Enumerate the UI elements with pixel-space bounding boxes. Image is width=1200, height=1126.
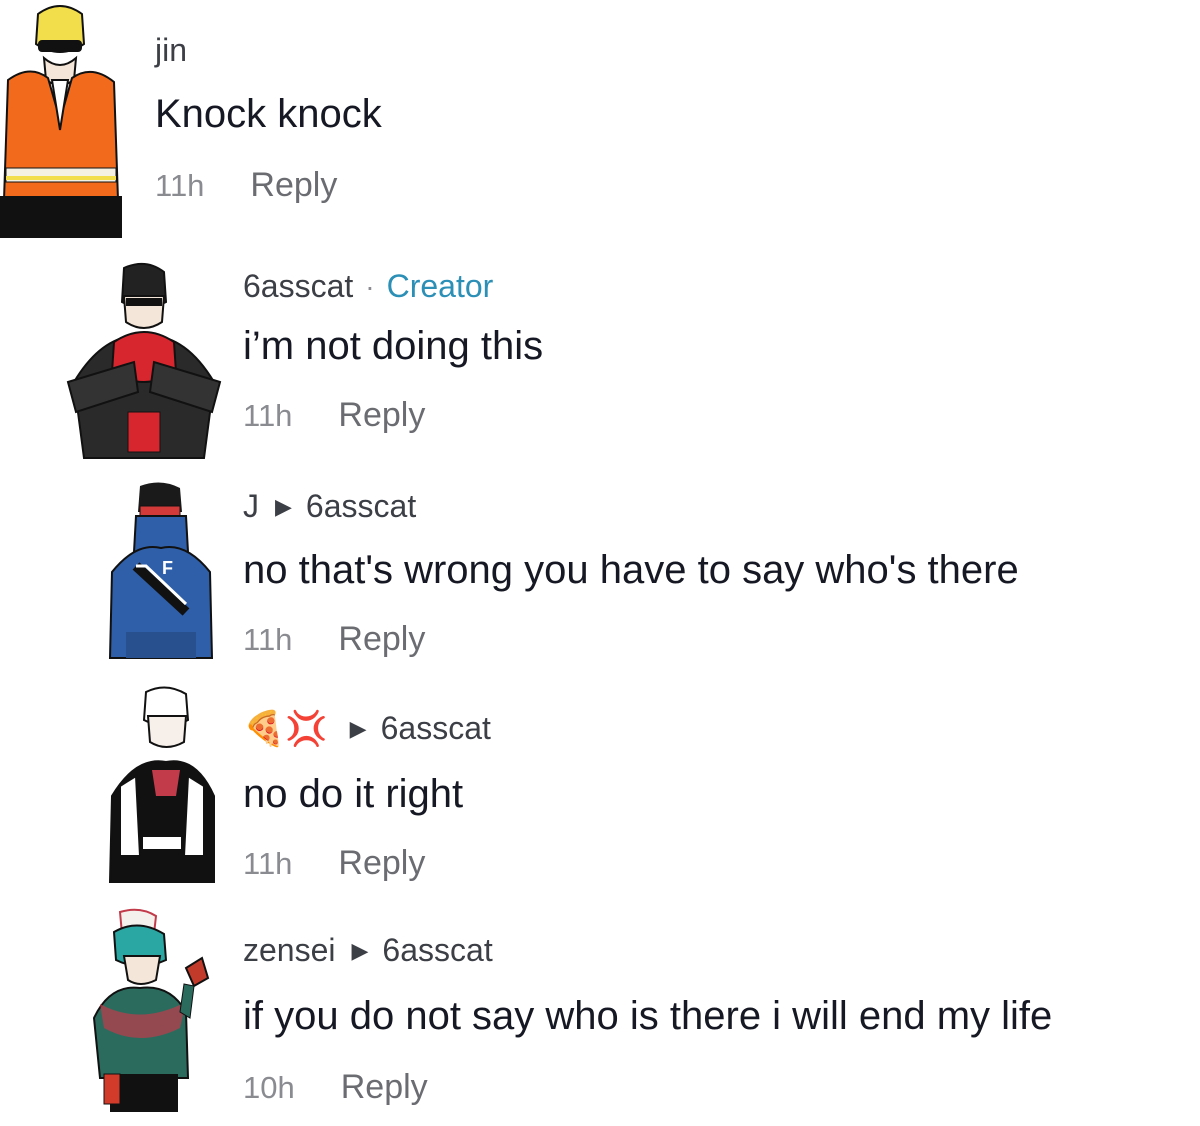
comment-text: if you do not say who is there i will en… [243,994,1053,1038]
reply-arrow-icon: ▶ [349,715,367,741]
comment-username[interactable]: zensei [243,932,336,969]
comment-item: F J ▶ 6asscat no that's wrong you have t… [0,482,1200,682]
comment-item: 6asscat · Creator i’m not doing this 11h… [0,262,1200,462]
comment-username[interactable]: J [243,488,259,525]
comment-timestamp: 11h [243,398,293,433]
comment-text: Knock knock [155,92,382,136]
comment-timestamp: 11h [243,846,293,881]
comment-username[interactable]: 🍕💢 [243,712,328,746]
comment-timestamp: 10h [243,1070,295,1105]
reply-to-username[interactable]: 6asscat [381,710,491,747]
comment-item: jin Knock knock 11h Reply [0,0,1200,240]
comment-username[interactable]: 6asscat [243,268,353,305]
comment-item: zensei ▶ 6asscat if you do not say who i… [0,908,1200,1118]
reply-to-username[interactable]: 6asscat [382,932,492,969]
comment-item: 🍕💢 ▶ 6asscat no do it right 11h Reply [0,686,1200,886]
svg-text:F: F [162,558,173,578]
creator-badge: Creator [386,268,494,304]
user-avatar-jin[interactable] [0,0,122,238]
reply-button[interactable]: Reply [338,844,425,883]
reply-arrow-icon: ▶ [275,493,292,519]
reply-button[interactable]: Reply [338,396,425,435]
user-avatar-6asscat[interactable] [64,262,224,462]
reply-button[interactable]: Reply [338,620,425,659]
comment-text: i’m not doing this [243,324,544,368]
reply-button[interactable]: Reply [341,1068,428,1107]
reply-arrow-icon: ▶ [351,937,369,963]
comment-timestamp: 11h [155,168,205,203]
user-avatar-zensei[interactable] [90,908,214,1114]
comment-text: no do it right [243,772,464,816]
comment-timestamp: 11h [243,622,293,657]
reply-button[interactable]: Reply [250,166,337,205]
comment-text: no that's wrong you have to say who's th… [243,548,1019,592]
comment-username[interactable]: jin [155,32,187,69]
user-avatar-emoji-user[interactable] [106,686,218,884]
reply-to-username[interactable]: 6asscat [306,488,416,525]
separator-dot: · [365,270,375,302]
user-avatar-j[interactable]: F [106,482,216,662]
